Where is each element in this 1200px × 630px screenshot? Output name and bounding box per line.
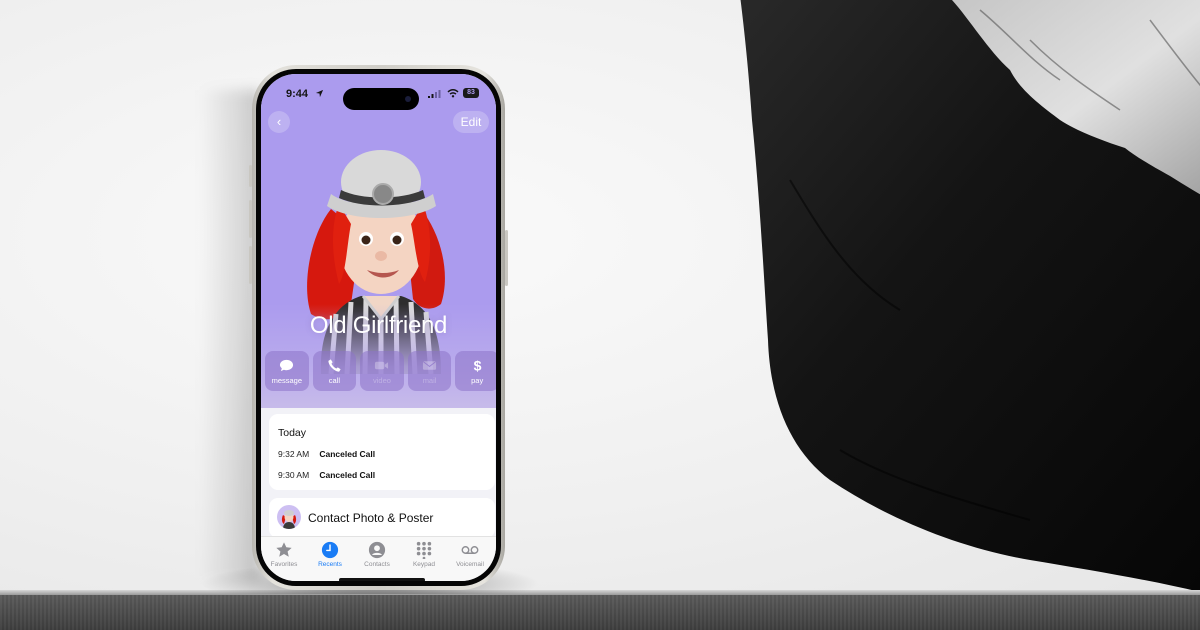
pay-button[interactable]: $ pay [455, 351, 496, 391]
recent-calls-card: Today 9:32 AM Canceled Call 9:30 AM Canc… [269, 414, 495, 490]
action-label: pay [471, 375, 484, 385]
message-button[interactable]: message [265, 351, 309, 391]
memoji-thumbnail-icon [281, 510, 297, 529]
edit-button[interactable]: Edit [453, 111, 489, 133]
side-button[interactable] [505, 230, 508, 286]
action-label: call [328, 375, 341, 385]
tab-label: Keypad [412, 561, 436, 568]
rock-image [740, 0, 1200, 592]
recent-call-time: 9:32 AM [278, 449, 310, 459]
battery-icon: 83 [463, 88, 479, 98]
location-arrow-icon [315, 89, 324, 98]
action-label: mail [422, 375, 437, 385]
tab-bar: Favorites Recents Contacts Keypad Voicem… [261, 536, 496, 581]
svg-text:$: $ [473, 358, 481, 373]
dynamic-island [343, 88, 419, 110]
status-bar: 9:44 83 [261, 84, 496, 110]
call-button[interactable]: call [312, 351, 357, 391]
contact-photo-poster-label: Contact Photo & Poster [308, 511, 434, 525]
mail-button[interactable]: mail [407, 351, 452, 391]
recent-call-status: Canceled Call [319, 470, 376, 480]
tab-label: Recents [318, 561, 342, 568]
envelope-icon [423, 360, 437, 370]
concrete-ledge [0, 595, 1200, 630]
message-bubble-icon [280, 359, 294, 371]
video-camera-icon [375, 361, 389, 369]
tab-contacts[interactable]: Contacts [354, 541, 400, 568]
contact-screen: 9:44 83 ‹ Edit Old Girlfriend message ca… [261, 74, 496, 581]
iphone: 9:44 83 ‹ Edit Old Girlfriend message ca… [252, 65, 505, 590]
phone-shadow [200, 90, 260, 580]
recents-heading: Today [278, 427, 307, 439]
contact-name: Old Girlfriend [309, 312, 448, 339]
phone-bezel: 9:44 83 ‹ Edit Old Girlfriend message ca… [256, 69, 501, 586]
recent-call-row: 9:30 AM Canceled Call [278, 470, 375, 480]
tab-label: Contacts [364, 561, 390, 568]
video-button[interactable]: video [360, 351, 404, 391]
tab-keypad[interactable]: Keypad [401, 541, 447, 568]
tab-favorites[interactable]: Favorites [261, 541, 307, 568]
cellular-signal-icon [428, 90, 441, 98]
recent-call-row: 9:32 AM Canceled Call [278, 449, 375, 459]
front-camera [405, 96, 411, 102]
tab-label: Favorites [270, 561, 298, 568]
status-time: 9:44 [286, 88, 309, 100]
contact-poster: 9:44 83 ‹ Edit Old Girlfriend message ca… [261, 74, 496, 408]
tab-recents[interactable]: Recents [307, 541, 353, 568]
recent-call-status: Canceled Call [319, 449, 376, 459]
wifi-icon [447, 89, 459, 98]
action-label: video [373, 375, 391, 385]
tab-voicemail[interactable]: Voicemail [447, 541, 493, 568]
star-icon [276, 542, 292, 557]
keypad-grid-icon [416, 541, 432, 559]
phone-icon [328, 358, 341, 372]
voicemail-icon [461, 546, 479, 554]
dollar-icon: $ [473, 358, 481, 373]
back-button[interactable]: ‹ [268, 111, 290, 133]
person-circle-icon [368, 541, 386, 559]
clock-icon [321, 541, 339, 559]
quick-actions: message call video mail $ pay [265, 351, 496, 391]
contact-photo-thumbnail [277, 505, 301, 529]
action-label: message [271, 375, 303, 385]
tab-label: Voicemail [456, 561, 484, 568]
recent-call-time: 9:30 AM [278, 470, 310, 480]
contact-photo-poster-row[interactable]: Contact Photo & Poster [269, 498, 495, 538]
home-indicator[interactable] [339, 578, 425, 581]
